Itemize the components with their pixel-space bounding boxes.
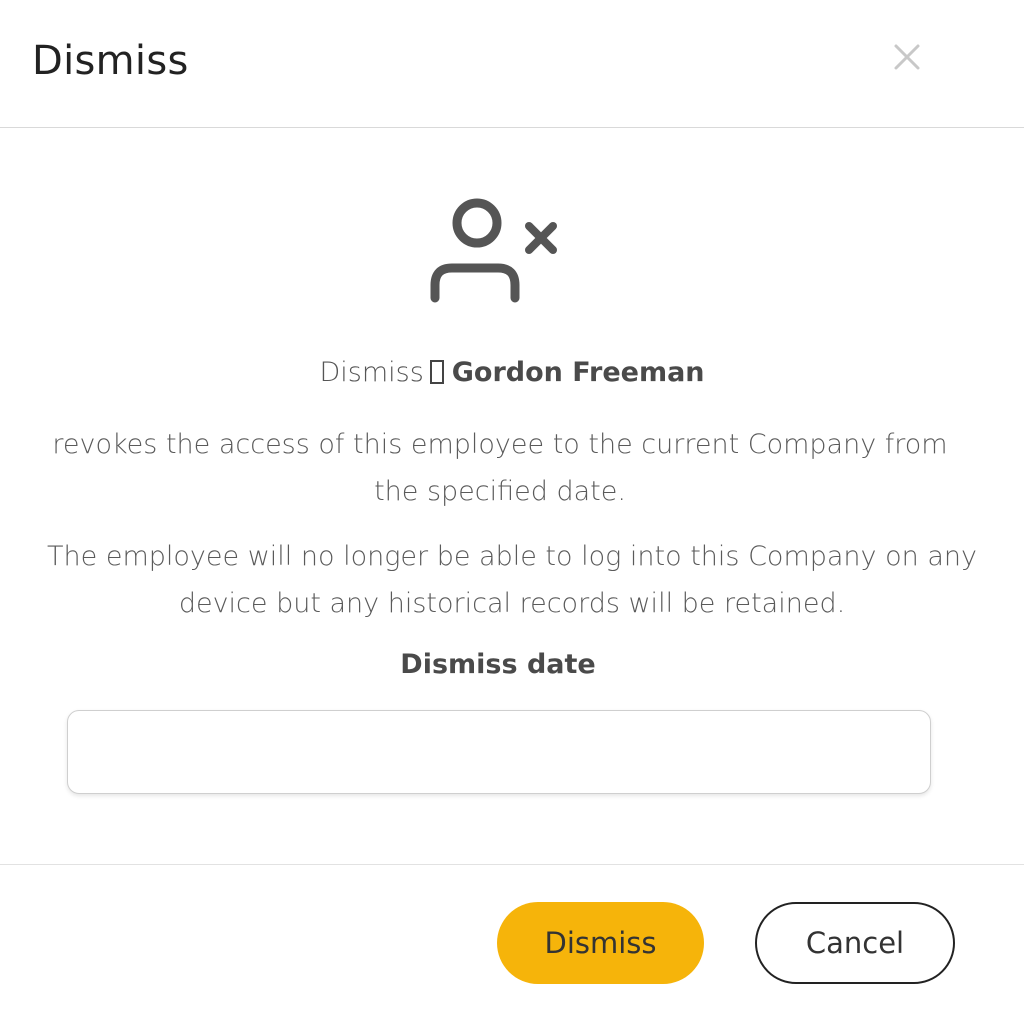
missing-glyph xyxy=(429,360,444,384)
dismiss-date-label: Dismiss date xyxy=(400,649,596,680)
close-icon xyxy=(894,44,920,70)
user-remove-icon xyxy=(430,198,557,303)
dismiss-summary: Dismiss Gordon Freeman xyxy=(0,357,1024,388)
dismiss-button[interactable]: Dismiss xyxy=(497,902,704,984)
description-revoke: revokes the access of this employee to t… xyxy=(52,429,948,507)
action-word: Dismiss xyxy=(319,357,424,388)
cancel-button[interactable]: Cancel xyxy=(755,902,955,984)
dialog-header: Dismiss xyxy=(0,0,1024,128)
close-button[interactable] xyxy=(888,38,926,76)
dialog-footer: Dismiss Cancel xyxy=(0,864,1024,1024)
dialog-title: Dismiss xyxy=(32,38,189,84)
dialog-body: Dismiss Gordon Freeman revokes the access… xyxy=(0,129,1024,864)
dismiss-dialog: Dismiss Dismiss Gordon Freeman revokes th… xyxy=(0,0,1024,1024)
employee-name: Gordon Freeman xyxy=(451,357,705,388)
description-retained: The employee will no longer be able to l… xyxy=(47,541,977,619)
dismiss-date-input[interactable] xyxy=(67,710,931,794)
